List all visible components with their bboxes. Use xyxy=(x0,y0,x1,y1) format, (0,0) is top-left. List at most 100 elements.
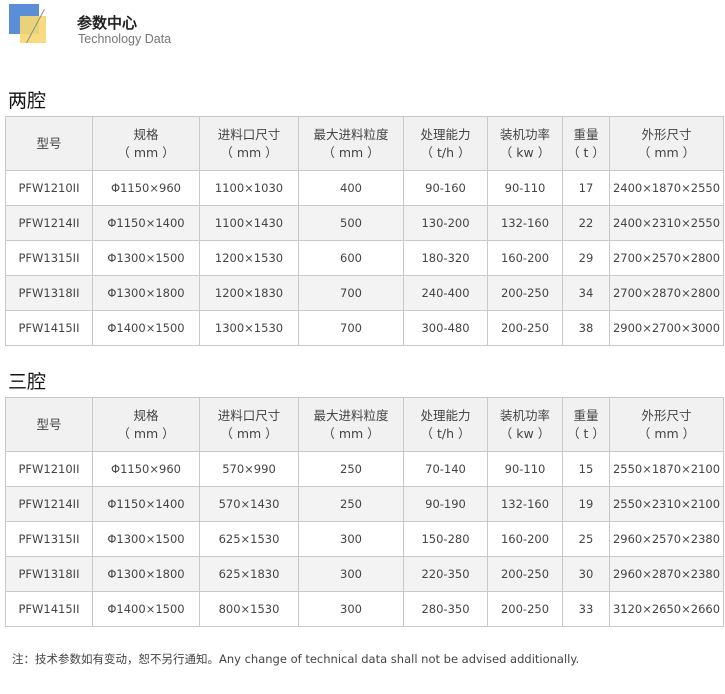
table-row: PFW1214II Φ1150×1400 1100×1430 500 130-200 13… xyxy=(5,205,724,241)
table-row: PFW1318II Φ1300×1800 625×1830 300 220-350 200… xyxy=(5,556,724,592)
table-cell: 180-320 xyxy=(403,240,488,276)
column-header-label: 装机功率 xyxy=(499,407,550,423)
table-header-row: 型号 规格 （ mm ） 进料口尺寸 （ mm ） 最大进料粒度 （ mm ） 处理能力 （ t… xyxy=(5,397,724,452)
section-title-two-chamber: 两腔 xyxy=(8,90,47,112)
table-cell: 29 xyxy=(562,240,610,276)
column-header: 型号 xyxy=(5,397,93,452)
table-header-row: 型号 规格 （ mm ） 进料口尺寸 （ mm ） 最大进料粒度 （ mm ） 处理能力 （ t… xyxy=(5,116,724,171)
column-header-label: 型号 xyxy=(36,135,62,151)
section-title-three-chamber: 三腔 xyxy=(8,371,47,393)
table-cell: 90-190 xyxy=(403,486,488,522)
table-cell: PFW1415II xyxy=(5,310,93,346)
column-header-label: 装机功率 xyxy=(499,126,550,142)
column-header: 规格 （ mm ） xyxy=(92,116,200,171)
column-header: 装机功率 （ kw ） xyxy=(487,116,563,171)
table-cell: 1200×1830 xyxy=(199,275,299,311)
table-cell: PFW1214II xyxy=(5,205,93,241)
table-row: PFW1315II Φ1300×1500 1200×1530 600 180-320 16… xyxy=(5,240,724,276)
table-cell: 70-140 xyxy=(403,451,488,487)
table-row: PFW1210II Φ1150×960 570×990 250 70-140 90-110… xyxy=(5,451,724,487)
table-cell: 90-110 xyxy=(487,451,563,487)
spec-table-two-chamber: 型号 规格 （ mm ） 进料口尺寸 （ mm ） 最大进料粒度 （ mm ） 处理能力 （ t… xyxy=(5,116,724,346)
column-header-unit: （ mm ） xyxy=(220,144,278,160)
logo xyxy=(9,4,69,48)
table-cell: 132-160 xyxy=(487,486,563,522)
footnote: 注：技术参数如有变动，恕不另行通知。Any change of technica… xyxy=(12,652,580,666)
column-header-label: 重量 xyxy=(573,126,599,142)
table-cell: 1100×1430 xyxy=(199,205,299,241)
table-cell: 250 xyxy=(298,451,404,487)
table-cell: 240-400 xyxy=(403,275,488,311)
table-cell: 300 xyxy=(298,521,404,557)
column-header: 重量 （ t ） xyxy=(562,397,610,452)
table-cell: 200-250 xyxy=(487,591,563,627)
table-cell: 30 xyxy=(562,556,610,592)
table-cell: 700 xyxy=(298,310,404,346)
table-cell: 400 xyxy=(298,170,404,206)
table-cell: PFW1318II xyxy=(5,275,93,311)
table-cell: PFW1315II xyxy=(5,521,93,557)
table-cell: 2700×2570×2800 xyxy=(609,240,724,276)
column-header: 最大进料粒度 （ mm ） xyxy=(298,116,404,171)
column-header-label: 规格 xyxy=(133,407,159,423)
table-cell: 700 xyxy=(298,275,404,311)
table-row: PFW1315II Φ1300×1500 625×1530 300 150-280 160… xyxy=(5,521,724,557)
column-header: 重量 （ t ） xyxy=(562,116,610,171)
header-title: 参数中心 xyxy=(77,14,138,32)
table-cell: 300 xyxy=(298,556,404,592)
table-cell: 600 xyxy=(298,240,404,276)
table-cell: 625×1530 xyxy=(199,521,299,557)
table-cell: 300-480 xyxy=(403,310,488,346)
table-cell: 570×1430 xyxy=(199,486,299,522)
column-header: 进料口尺寸 （ mm ） xyxy=(199,397,299,452)
header-subtitle: Technology Data xyxy=(78,32,172,46)
column-header-label: 重量 xyxy=(573,407,599,423)
column-header-unit: （ t ） xyxy=(567,144,605,160)
table-cell: 160-200 xyxy=(487,240,563,276)
column-header-unit: （ mm ） xyxy=(220,425,278,441)
spec-table-three-chamber: 型号 规格 （ mm ） 进料口尺寸 （ mm ） 最大进料粒度 （ mm ） 处理能力 （ t… xyxy=(5,397,724,627)
table-cell: Φ1300×1800 xyxy=(92,556,200,592)
table-cell: PFW1415II xyxy=(5,591,93,627)
column-header: 处理能力 （ t/h ） xyxy=(403,116,488,171)
table-cell: 1300×1530 xyxy=(199,310,299,346)
table-cell: 2400×2310×2550 xyxy=(609,205,724,241)
column-header-unit: （ kw ） xyxy=(499,144,551,160)
column-header: 处理能力 （ t/h ） xyxy=(403,397,488,452)
table-cell: 15 xyxy=(562,451,610,487)
table-cell: 570×990 xyxy=(199,451,299,487)
table-cell: 2700×2870×2800 xyxy=(609,275,724,311)
table-cell: 280-350 xyxy=(403,591,488,627)
table-cell: Φ1150×1400 xyxy=(92,205,200,241)
table-cell: 19 xyxy=(562,486,610,522)
table-cell: 2550×1870×2100 xyxy=(609,451,724,487)
table-cell: 800×1530 xyxy=(199,591,299,627)
column-header-unit: （ t/h ） xyxy=(420,425,471,441)
column-header-label: 处理能力 xyxy=(420,407,471,423)
table-cell: PFW1318II xyxy=(5,556,93,592)
table-cell: PFW1210II xyxy=(5,170,93,206)
table-cell: PFW1214II xyxy=(5,486,93,522)
column-header: 最大进料粒度 （ mm ） xyxy=(298,397,404,452)
table-cell: 500 xyxy=(298,205,404,241)
table-cell: 300 xyxy=(298,591,404,627)
column-header-label: 进料口尺寸 xyxy=(217,407,281,423)
table-cell: 25 xyxy=(562,521,610,557)
column-header: 规格 （ mm ） xyxy=(92,397,200,452)
table-cell: 90-160 xyxy=(403,170,488,206)
table-cell: Φ1400×1500 xyxy=(92,591,200,627)
column-header-label: 外形尺寸 xyxy=(641,126,692,142)
column-header-unit: （ mm ） xyxy=(117,144,175,160)
table-cell: 33 xyxy=(562,591,610,627)
column-header-unit: （ kw ） xyxy=(499,425,551,441)
table-cell: 2400×1870×2550 xyxy=(609,170,724,206)
column-header-label: 最大进料粒度 xyxy=(313,126,389,142)
table-cell: 130-200 xyxy=(403,205,488,241)
table-cell: 250 xyxy=(298,486,404,522)
table-cell: 17 xyxy=(562,170,610,206)
table-cell: 90-110 xyxy=(487,170,563,206)
table-cell: 2550×2310×2100 xyxy=(609,486,724,522)
column-header-unit: （ mm ） xyxy=(322,144,380,160)
table-cell: 200-250 xyxy=(487,310,563,346)
column-header-label: 最大进料粒度 xyxy=(313,407,389,423)
